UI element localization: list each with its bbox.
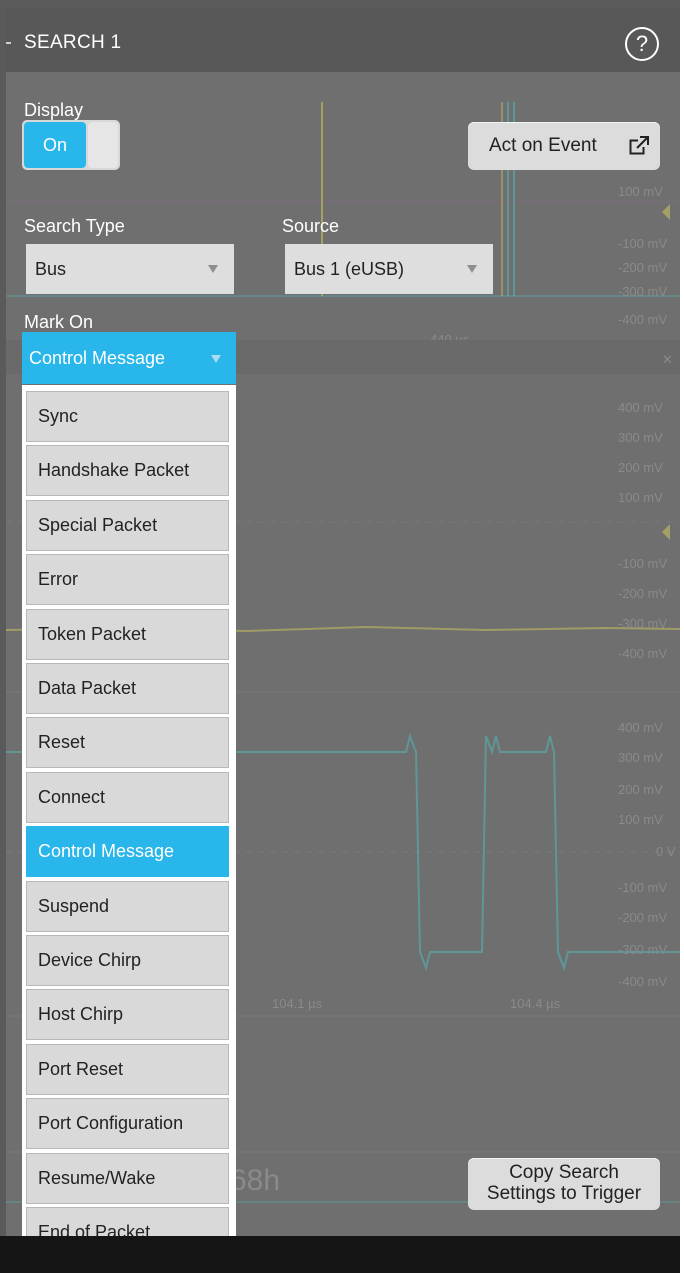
time-label: 440 µs (430, 332, 470, 347)
svg-text:-200 mV: -200 mV (618, 260, 667, 275)
menu-item-handshake-packet[interactable]: Handshake Packet (26, 445, 229, 496)
svg-text:100 mV: 100 mV (618, 812, 663, 827)
mark-on-select[interactable]: Control Message (22, 332, 236, 384)
svg-text:-400 mV: -400 mV (618, 974, 667, 989)
volt-labels-a: 100 mV -100 mV -200 mV -300 mV -400 mV (618, 184, 667, 327)
svg-text:300 mV: 300 mV (618, 750, 663, 765)
menu-item-connect[interactable]: Connect (26, 772, 229, 823)
mark-on-value: Control Message (29, 348, 166, 368)
title-marker (6, 42, 11, 44)
svg-text:-400 mV: -400 mV (618, 312, 667, 327)
chevron-down-icon (467, 265, 477, 273)
svg-text:-100 mV: -100 mV (618, 236, 667, 251)
source-select[interactable]: Bus 1 (eUSB) (285, 244, 493, 294)
source-label: Source (282, 216, 340, 236)
bus-value: 68h (230, 1164, 280, 1197)
search-type-value: Bus (35, 259, 67, 279)
svg-text:0 V: 0 V (656, 844, 676, 859)
menu-item-special-packet[interactable]: Special Packet (26, 500, 229, 551)
panel-title: SEARCH 1 (24, 32, 122, 53)
svg-text:-200 mV: -200 mV (618, 910, 667, 925)
display-toggle[interactable]: On (22, 120, 120, 170)
bottom-status-strip (0, 1236, 684, 1273)
mark-on-dropdown-list: Sync Handshake Packet Special Packet Err… (22, 385, 236, 1258)
source-value: Bus 1 (eUSB) (294, 259, 405, 279)
time-label: 104.1 µs (272, 996, 323, 1011)
svg-text:100 mV: 100 mV (618, 184, 663, 199)
display-label: Display (24, 100, 84, 120)
act-on-event-button[interactable]: Act on Event (468, 122, 660, 170)
mark-on-label: Mark On (24, 312, 94, 332)
menu-item-data-packet[interactable]: Data Packet (26, 663, 229, 714)
svg-text:100 mV: 100 mV (618, 490, 663, 505)
volt-labels-b: 400 mV 300 mV 200 mV 100 mV -100 mV -200… (618, 400, 667, 661)
svg-text:200 mV: 200 mV (618, 460, 663, 475)
svg-text:-300 mV: -300 mV (618, 616, 667, 631)
toggle-knob (88, 122, 118, 168)
svg-text:300 mV: 300 mV (618, 430, 663, 445)
menu-item-sync[interactable]: Sync (26, 391, 229, 442)
copy-button-line1: Copy Search (509, 1162, 619, 1183)
menu-item-host-chirp[interactable]: Host Chirp (26, 989, 229, 1040)
menu-item-port-reset[interactable]: Port Reset (26, 1044, 229, 1095)
toggle-on-state: On (24, 122, 86, 168)
svg-text:200 mV: 200 mV (618, 782, 663, 797)
chevron-down-icon (211, 355, 221, 363)
volt-labels-c: 400 mV 300 mV 200 mV 100 mV 0 V -100 mV … (618, 720, 676, 989)
search-type-select[interactable]: Bus (26, 244, 234, 294)
svg-text:-100 mV: -100 mV (618, 880, 667, 895)
menu-item-resume-wake[interactable]: Resume/Wake (26, 1153, 229, 1204)
menu-item-token-packet[interactable]: Token Packet (26, 609, 229, 660)
svg-text:-300 mV: -300 mV (618, 284, 667, 299)
right-edge (680, 0, 684, 1273)
level-marker (662, 204, 670, 220)
question-circle-icon[interactable]: ? (625, 27, 659, 61)
svg-text:-400 mV: -400 mV (618, 646, 667, 661)
svg-text:-300 mV: -300 mV (618, 942, 667, 957)
time-label: 104.4 µs (510, 996, 561, 1011)
act-on-event-label: Act on Event (489, 135, 597, 156)
search-type-label: Search Type (24, 216, 125, 236)
panel-titlebar: SEARCH 1 ? (6, 8, 680, 72)
menu-item-suspend[interactable]: Suspend (26, 881, 229, 932)
svg-text:-200 mV: -200 mV (618, 586, 667, 601)
svg-text:400 mV: 400 mV (618, 720, 663, 735)
menu-item-error[interactable]: Error (26, 554, 229, 605)
menu-item-port-configuration[interactable]: Port Configuration (26, 1098, 229, 1149)
svg-text:400 mV: 400 mV (618, 400, 663, 415)
menu-item-device-chirp[interactable]: Device Chirp (26, 935, 229, 986)
level-marker (662, 524, 670, 540)
copy-search-settings-button[interactable]: Copy Search Settings to Trigger (468, 1158, 660, 1210)
close-icon: ✕ (662, 352, 673, 367)
chevron-down-icon (208, 265, 218, 273)
menu-item-control-message[interactable]: Control Message (26, 826, 229, 877)
copy-button-line2: Settings to Trigger (486, 1183, 642, 1204)
screen: 360 µs 440 µs 100 mV -100 mV -200 mV -30… (0, 0, 684, 1273)
external-link-icon (629, 136, 649, 155)
menu-item-reset[interactable]: Reset (26, 717, 229, 768)
svg-text:-100 mV: -100 mV (618, 556, 667, 571)
